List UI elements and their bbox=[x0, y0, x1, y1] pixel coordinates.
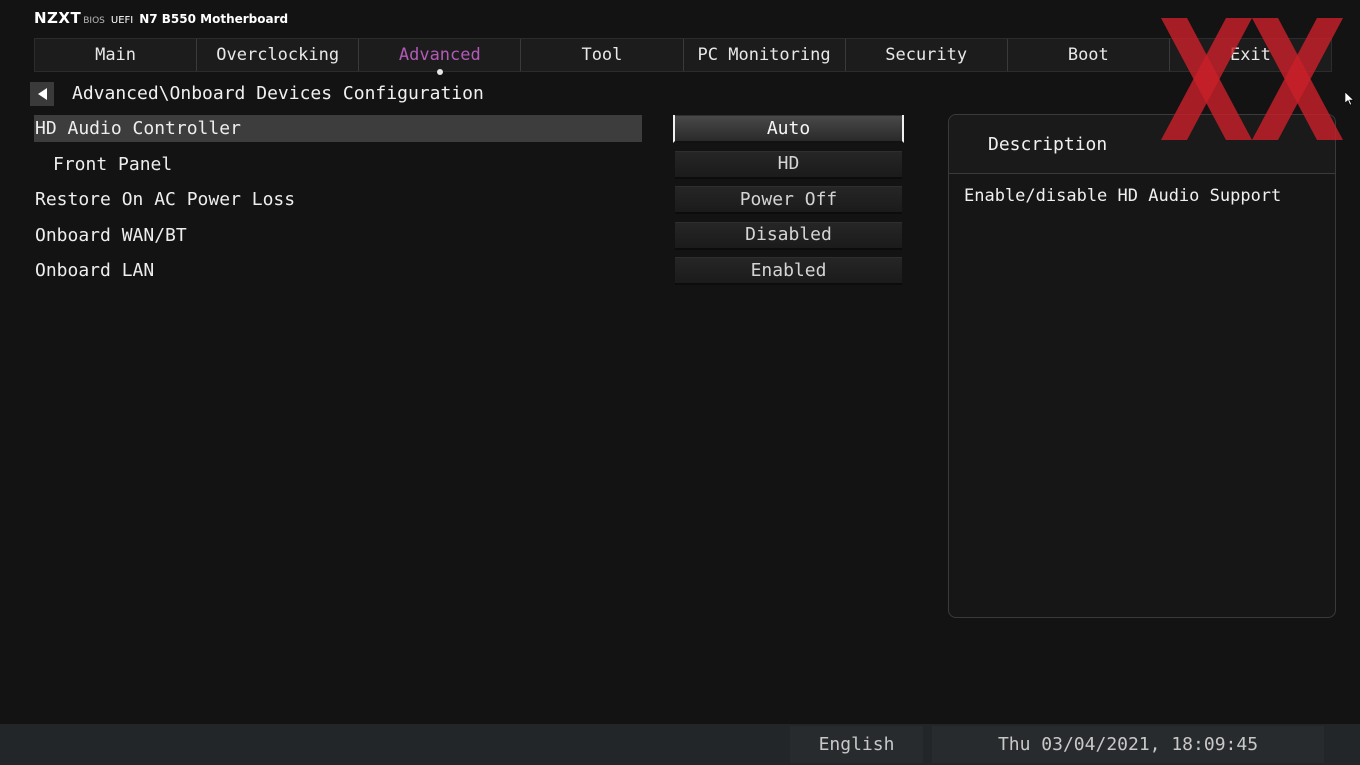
setting-onboard-lan[interactable]: Onboard LAN bbox=[34, 257, 642, 284]
bios-label: BIOS bbox=[83, 16, 105, 26]
tab-pc-monitoring[interactable]: PC Monitoring bbox=[684, 39, 846, 71]
tab-boot[interactable]: Boot bbox=[1008, 39, 1170, 71]
tab-label: Security bbox=[885, 45, 968, 65]
restore-on-ac-power-loss-dropdown[interactable]: Power Off bbox=[675, 186, 902, 214]
settings-values: Auto HD Power Off Disabled Enabled bbox=[673, 115, 904, 293]
onboard-wan-bt-dropdown[interactable]: Disabled bbox=[675, 221, 902, 250]
tab-overclocking[interactable]: Overclocking bbox=[197, 39, 360, 71]
tab-exit[interactable]: Exit bbox=[1170, 39, 1331, 71]
status-bar: English Thu 03/04/2021, 18:09:45 bbox=[0, 724, 1360, 765]
tab-security[interactable]: Security bbox=[846, 39, 1008, 71]
language-selector[interactable]: English bbox=[790, 726, 923, 763]
brand-header: NZXT BIOS UEFI N7 B550 Motherboard bbox=[34, 9, 288, 27]
setting-hd-audio-controller[interactable]: HD Audio Controller bbox=[34, 115, 642, 142]
tab-label: Tool bbox=[581, 45, 623, 65]
tab-label: Main bbox=[95, 45, 137, 65]
description-title: Description bbox=[949, 115, 1335, 174]
setting-onboard-wan-bt[interactable]: Onboard WAN/BT bbox=[34, 222, 642, 249]
tab-label: Overclocking bbox=[216, 45, 340, 65]
datetime-display: Thu 03/04/2021, 18:09:45 bbox=[932, 726, 1324, 763]
tab-label: Exit bbox=[1229, 45, 1271, 65]
motherboard-model: N7 B550 Motherboard bbox=[139, 12, 289, 26]
tab-label: Advanced bbox=[398, 45, 481, 65]
back-arrow-icon bbox=[38, 88, 47, 100]
tab-main[interactable]: Main bbox=[35, 39, 198, 71]
setting-restore-on-ac-power-loss[interactable]: Restore On AC Power Loss bbox=[34, 186, 642, 213]
tab-label: Boot bbox=[1067, 45, 1109, 65]
tab-tool[interactable]: Tool bbox=[521, 39, 684, 71]
front-panel-dropdown[interactable]: HD bbox=[675, 150, 902, 179]
back-button[interactable] bbox=[30, 82, 54, 106]
breadcrumb: Advanced\Onboard Devices Configuration bbox=[72, 83, 484, 104]
main-tab-bar: Main Overclocking Advanced Tool PC Monit… bbox=[34, 38, 1332, 75]
tab-advanced[interactable]: Advanced bbox=[359, 39, 522, 75]
uefi-label: UEFI bbox=[110, 15, 134, 26]
description-text: Enable/disable HD Audio Support bbox=[964, 186, 1282, 206]
hd-audio-controller-dropdown[interactable]: Auto bbox=[673, 115, 904, 143]
onboard-lan-dropdown[interactable]: Enabled bbox=[675, 257, 902, 285]
bios-screen: NZXT BIOS UEFI N7 B550 Motherboard Main … bbox=[0, 0, 1360, 765]
tab-label: PC Monitoring bbox=[697, 45, 831, 65]
nzxt-logo: NZXT bbox=[34, 9, 82, 27]
active-tab-indicator bbox=[436, 69, 443, 75]
settings-list: HD Audio Controller Front Panel Restore … bbox=[34, 115, 642, 293]
setting-front-panel[interactable]: Front Panel bbox=[34, 151, 642, 178]
mouse-cursor-icon bbox=[1345, 92, 1354, 106]
description-panel: Description Enable/disable HD Audio Supp… bbox=[948, 114, 1336, 618]
